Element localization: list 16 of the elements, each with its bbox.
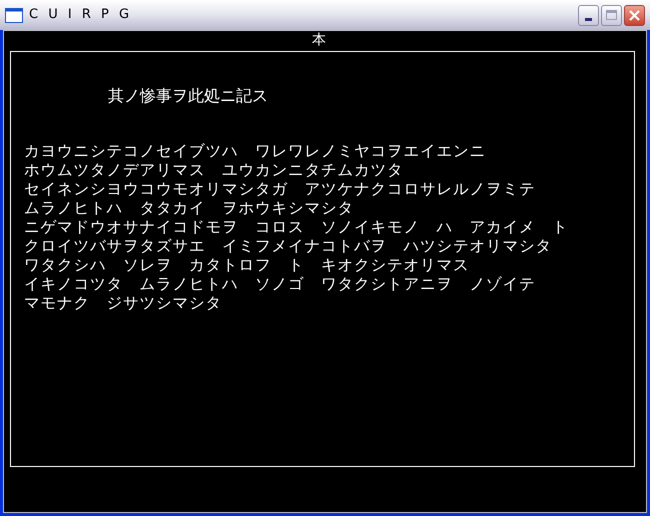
message-line: ワタクシハ ソレヲ カタトロフ ト キオクシテオリマス (24, 256, 470, 275)
message-line: ムラノヒトハ タタカイ ヲホウキシマシタ (24, 199, 355, 218)
message-line: カヨウニシテコノセイブツハ ワレワレノミヤコヲエイエンニ (24, 142, 487, 161)
message-line: ホウムツタノデアリマス ユウカンニタチムカツタ (24, 161, 404, 180)
message-line: クロイツバサヲタズサエ イミフメイナコトバヲ ハツシテオリマシタ (24, 237, 553, 256)
message-line: マモナク ジサツシマシタ (24, 294, 223, 313)
window-icon (5, 8, 23, 22)
close-button[interactable] (624, 4, 645, 26)
minimize-button[interactable] (578, 4, 599, 26)
window-title: C U I R P G (29, 6, 132, 24)
header-text: 本 (312, 32, 326, 48)
message-line: ニゲマドウオサナイコドモヲ コロス ソノイキモノ ハ アカイメ ト (24, 218, 570, 237)
message-line: セイネンシヨウコウモオリマシタガ アツケナクコロサレルノヲミテ (24, 180, 536, 199)
message-heading: 其ノ惨事ヲ此処ニ記ス (108, 86, 269, 106)
close-icon (628, 8, 641, 22)
message-line: イキノコツタ ムラノヒトハ ソノゴ ワタクシトアニヲ ノゾイテ (24, 275, 536, 294)
